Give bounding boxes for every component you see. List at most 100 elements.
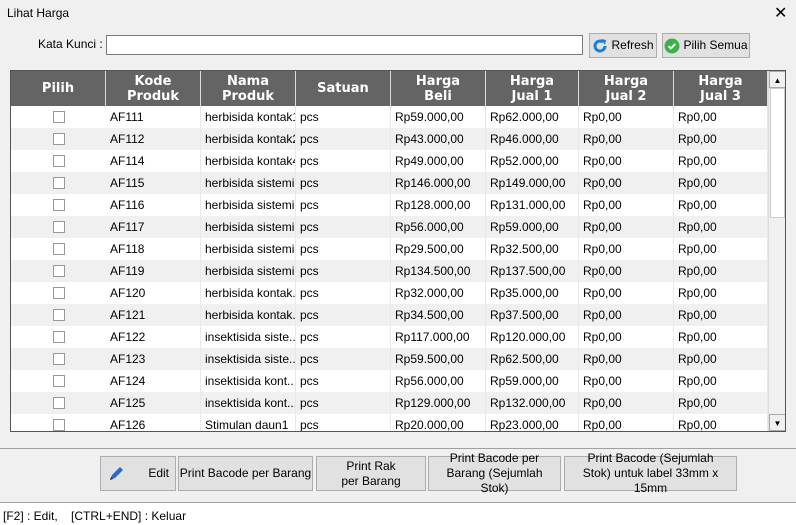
table-cell: pcs xyxy=(296,216,391,238)
table-row[interactable]: AF121 herbisida kontak... pcs Rp34.500,00 Rp… xyxy=(11,304,768,326)
table-cell: insektisida siste... xyxy=(201,348,296,370)
table-cell: AF118 xyxy=(106,238,201,260)
table-cell: pcs xyxy=(296,326,391,348)
table-cell: Rp0,00 xyxy=(674,106,768,128)
table-cell: Rp0,00 xyxy=(674,304,768,326)
table-cell: Rp59.500,00 xyxy=(391,348,486,370)
table-row[interactable]: AF114 herbisida kontak4 pcs Rp49.000,00 Rp52… xyxy=(11,150,768,172)
table-cell: Rp20.000,00 xyxy=(391,414,486,431)
table-cell: Rp62.500,00 xyxy=(486,348,579,370)
select-checkbox[interactable] xyxy=(53,375,65,387)
select-checkbox[interactable] xyxy=(53,397,65,409)
table-cell: Rp149.000,00 xyxy=(486,172,579,194)
table-cell: Rp0,00 xyxy=(579,348,674,370)
select-checkbox[interactable] xyxy=(53,287,65,299)
select-checkbox[interactable] xyxy=(53,331,65,343)
table-cell: Rp56.000,00 xyxy=(391,370,486,392)
table-cell: pcs xyxy=(296,414,391,431)
column-header[interactable]: Kode Produk xyxy=(106,71,201,106)
select-all-label: Pilih Semua xyxy=(683,38,748,52)
table-cell: Rp0,00 xyxy=(674,392,768,414)
table-cell: Rp37.500,00 xyxy=(486,304,579,326)
column-header[interactable]: Nama Produk xyxy=(201,71,296,106)
select-checkbox[interactable] xyxy=(53,309,65,321)
table-cell: Rp129.000,00 xyxy=(391,392,486,414)
table-cell: pcs xyxy=(296,348,391,370)
table-row[interactable]: AF125 insektisida kont... pcs Rp129.000,00 R… xyxy=(11,392,768,414)
scroll-up-icon[interactable]: ▲ xyxy=(769,71,785,88)
table-row[interactable]: AF124 insektisida kont... pcs Rp56.000,00 Rp… xyxy=(11,370,768,392)
table-row[interactable]: AF123 insektisida siste... pcs Rp59.500,00 R… xyxy=(11,348,768,370)
table-cell: Rp0,00 xyxy=(579,282,674,304)
table-row[interactable]: AF111 herbisida kontak1 pcs Rp59.000,00 Rp62… xyxy=(11,106,768,128)
close-icon[interactable]: ✕ xyxy=(774,3,787,23)
column-header[interactable]: Pilih xyxy=(11,71,106,106)
table-cell: Rp0,00 xyxy=(674,238,768,260)
table-cell: Rp29.500,00 xyxy=(391,238,486,260)
select-checkbox[interactable] xyxy=(53,177,65,189)
select-checkbox[interactable] xyxy=(53,353,65,365)
keyword-label: Kata Kunci : xyxy=(38,37,103,51)
grid-header: Pilih Kode Produk Nama Produk Satuan Harga B… xyxy=(11,71,768,106)
select-all-button[interactable]: Pilih Semua xyxy=(662,33,750,58)
table-cell: Rp0,00 xyxy=(674,216,768,238)
select-checkbox[interactable] xyxy=(53,265,65,277)
table-row[interactable]: AF120 herbisida kontak... pcs Rp32.000,00 Rp… xyxy=(11,282,768,304)
table-cell: Rp120.000,00 xyxy=(486,326,579,348)
table-cell: Rp0,00 xyxy=(579,326,674,348)
table-row[interactable]: AF122 insektisida siste... pcs Rp117.000,00… xyxy=(11,326,768,348)
table-cell: herbisida kontak1 xyxy=(201,106,296,128)
table-cell: Rp0,00 xyxy=(674,414,768,431)
table-cell: pcs xyxy=(296,150,391,172)
column-header[interactable]: Harga Jual 1 xyxy=(486,71,579,106)
table-row[interactable]: AF126 Stimulan daun1 pcs Rp20.000,00 Rp23.00… xyxy=(11,414,768,431)
print-bacode-label-button[interactable]: Print Bacode (Sejumlah Stok) untuk label… xyxy=(564,451,737,495)
table-cell: Rp59.000,00 xyxy=(486,216,579,238)
select-checkbox[interactable] xyxy=(53,199,65,211)
table-cell: herbisida sistemi... xyxy=(201,216,296,238)
table-cell: Rp0,00 xyxy=(674,260,768,282)
keyword-input[interactable] xyxy=(106,35,583,55)
table-cell: Rp0,00 xyxy=(579,392,674,414)
table-row[interactable]: AF117 herbisida sistemi... pcs Rp56.000,00 R… xyxy=(11,216,768,238)
refresh-label: Refresh xyxy=(611,38,654,52)
select-checkbox[interactable] xyxy=(53,419,65,431)
table-cell: AF121 xyxy=(106,304,201,326)
table-cell: Rp146.000,00 xyxy=(391,172,486,194)
select-checkbox[interactable] xyxy=(53,243,65,255)
print-bacode-stok-button[interactable]: Print Bacode per Barang (Sejumlah Stok) xyxy=(428,451,561,495)
scroll-down-icon[interactable]: ▼ xyxy=(769,414,785,431)
table-cell: AF124 xyxy=(106,370,201,392)
table-cell: Rp0,00 xyxy=(579,414,674,431)
table-cell: Rp49.000,00 xyxy=(391,150,486,172)
refresh-button[interactable]: Refresh xyxy=(589,33,657,58)
table-row[interactable]: AF115 herbisida sistemi... pcs Rp146.000,00… xyxy=(11,172,768,194)
select-checkbox[interactable] xyxy=(53,221,65,233)
table-row[interactable]: AF119 herbisida sistemi... pcs Rp134.500,00… xyxy=(11,260,768,282)
table-row[interactable]: AF116 herbisida sistemi... pcs Rp128.000,00… xyxy=(11,194,768,216)
column-header[interactable]: Harga Jual 3 xyxy=(674,71,768,106)
table-row[interactable]: AF118 herbisida sistemi... pcs Rp29.500,00 R… xyxy=(11,238,768,260)
scroll-thumb[interactable] xyxy=(770,88,785,218)
table-cell: Rp0,00 xyxy=(674,348,768,370)
table-cell: Rp32.000,00 xyxy=(391,282,486,304)
column-header[interactable]: Harga Beli xyxy=(391,71,486,106)
column-header[interactable]: Harga Jual 2 xyxy=(579,71,674,106)
table-cell: AF112 xyxy=(106,128,201,150)
select-checkbox[interactable] xyxy=(53,155,65,167)
table-cell: Rp0,00 xyxy=(579,194,674,216)
select-checkbox[interactable] xyxy=(53,111,65,123)
column-header[interactable]: Satuan xyxy=(296,71,391,106)
table-cell: pcs xyxy=(296,370,391,392)
table-cell: Rp0,00 xyxy=(579,370,674,392)
table-row[interactable]: AF112 herbisida kontak2 pcs Rp43.000,00 Rp46… xyxy=(11,128,768,150)
table-cell: herbisida sistemi... xyxy=(201,238,296,260)
table-cell: herbisida kontak2 xyxy=(201,128,296,150)
print-rak-button[interactable]: Print Rak per Barang xyxy=(316,456,426,491)
edit-button[interactable]: Edit xyxy=(100,456,176,491)
vertical-scrollbar[interactable]: ▲ ▼ xyxy=(768,71,785,431)
table-cell: AF117 xyxy=(106,216,201,238)
table-cell: herbisida kontak4 xyxy=(201,150,296,172)
select-checkbox[interactable] xyxy=(53,133,65,145)
print-bacode-button[interactable]: Print Bacode per Barang xyxy=(178,456,313,491)
